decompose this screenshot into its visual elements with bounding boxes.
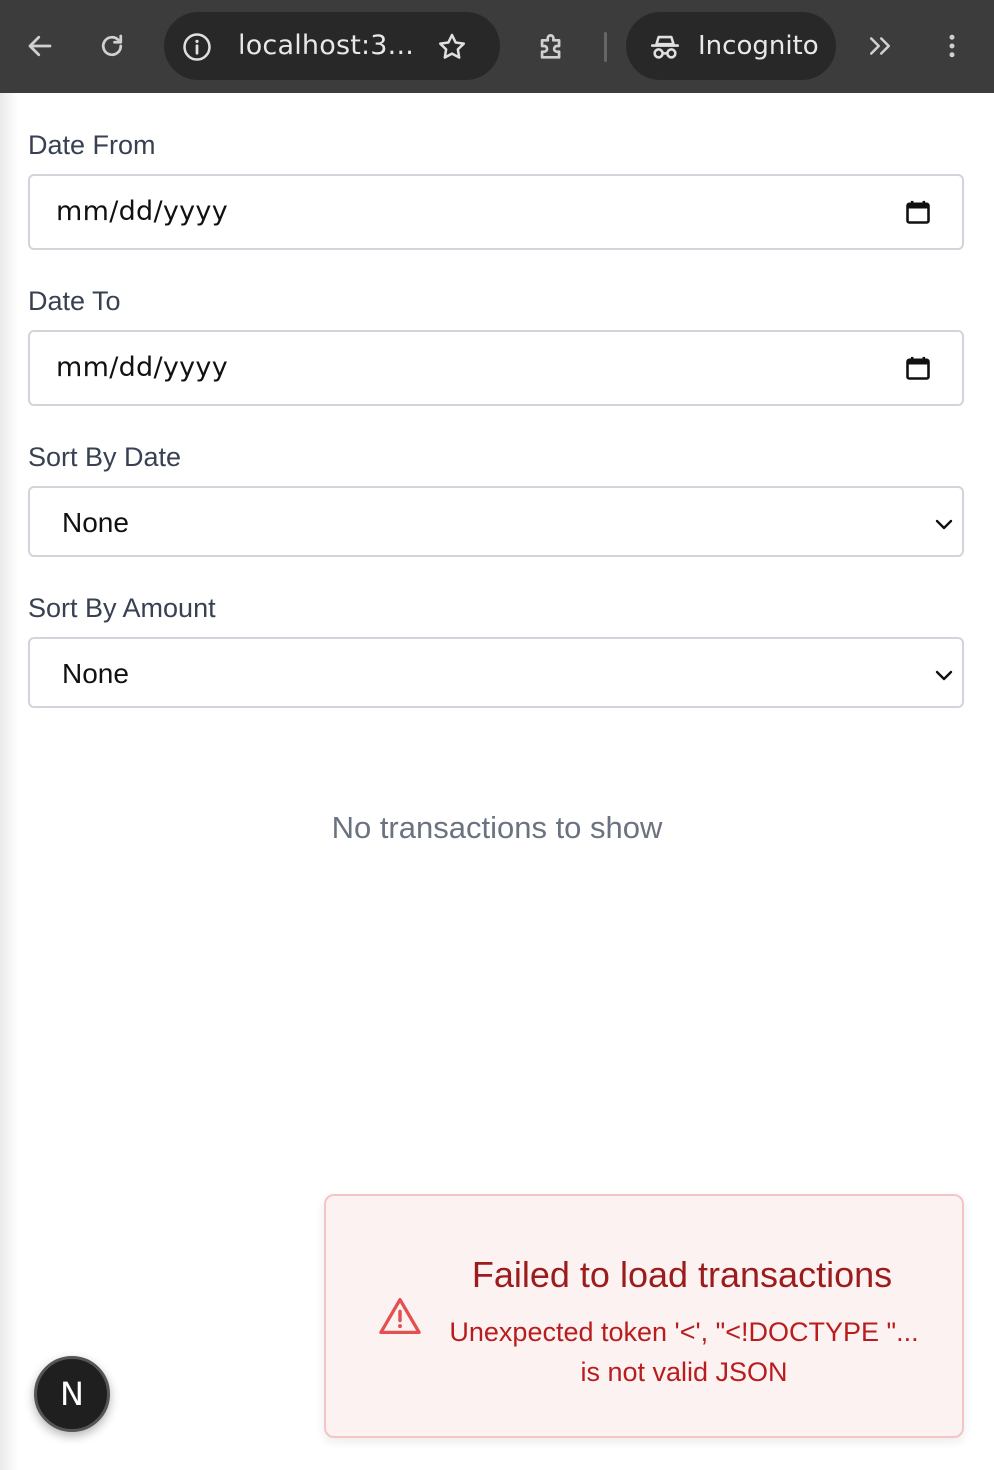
sort-by-amount-select[interactable]: None: [28, 637, 964, 708]
chevron-down-icon: [935, 519, 953, 530]
date-to-label: Date To: [28, 286, 121, 316]
url-text: localhost:3...: [238, 30, 415, 61]
address-bar[interactable]: localhost:3...: [164, 12, 500, 80]
warning-triangle-icon: [379, 1298, 421, 1334]
double-chevron-right-icon: [870, 37, 890, 55]
date-from-placeholder: mm/dd/yyyy: [56, 196, 228, 227]
empty-state-message: No transactions to show: [331, 810, 663, 845]
sort-by-date-value: None: [62, 507, 129, 538]
date-from-input[interactable]: mm/dd/yyyy: [28, 174, 964, 250]
extensions-button[interactable]: [530, 24, 574, 68]
site-info-icon: [183, 33, 211, 61]
puzzle-piece-icon: [540, 34, 561, 59]
calendar-icon[interactable]: [904, 354, 932, 382]
page-edge-shadow: [0, 93, 18, 1470]
browser-menu-button[interactable]: [930, 24, 974, 68]
sort-by-date-label: Sort By Date: [28, 442, 182, 472]
back-arrow-icon: [28, 35, 52, 57]
toast-title: Failed to load transactions: [471, 1254, 893, 1295]
nextjs-letter: N: [60, 1375, 84, 1413]
sort-by-amount-value: None: [62, 658, 129, 689]
reload-icon: [101, 34, 123, 57]
incognito-indicator[interactable]: Incognito: [626, 12, 836, 80]
date-from-label: Date From: [28, 130, 156, 160]
incognito-label: Incognito: [698, 31, 819, 61]
sort-by-date-select[interactable]: None: [28, 486, 964, 557]
nextjs-dev-badge[interactable]: N: [34, 1356, 110, 1432]
incognito-icon: [650, 35, 680, 59]
bookmark-star-icon[interactable]: [436, 31, 468, 63]
date-to-placeholder: mm/dd/yyyy: [56, 352, 228, 383]
browser-toolbar: localhost:3... Incognito: [0, 0, 994, 93]
overflow-chevron-button[interactable]: [858, 24, 902, 68]
toast-message: Unexpected token '<', "<!DOCTYPE "... is…: [449, 1317, 919, 1387]
vertical-dots-icon: [949, 34, 955, 58]
chevron-down-icon: [935, 670, 953, 681]
date-to-input[interactable]: mm/dd/yyyy: [28, 330, 964, 406]
sort-by-amount-label: Sort By Amount: [28, 593, 216, 623]
page-content: Date From mm/dd/yyyy Date To mm/dd/yyyy …: [0, 93, 994, 1470]
reload-button[interactable]: [90, 24, 134, 68]
back-button[interactable]: [18, 24, 62, 68]
calendar-icon[interactable]: [904, 198, 932, 226]
error-toast[interactable]: Failed to load transactions Unexpected t…: [324, 1194, 964, 1438]
toolbar-divider: [604, 32, 607, 62]
